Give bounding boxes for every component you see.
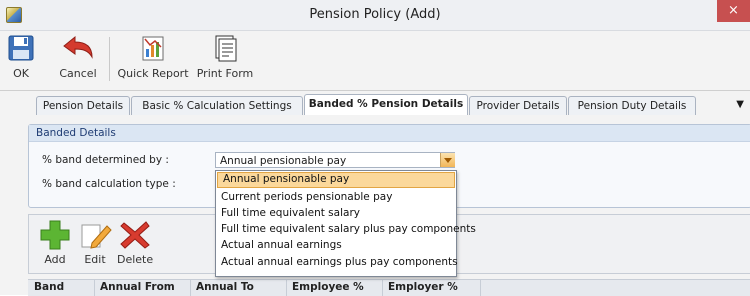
report-chart-icon bbox=[142, 36, 164, 61]
column-annual-to[interactable]: Annual To bbox=[196, 281, 254, 293]
undo-arrow-icon bbox=[63, 35, 93, 59]
cancel-button[interactable]: Cancel bbox=[56, 33, 100, 89]
close-button[interactable]: × bbox=[717, 0, 750, 22]
tab-basic-calculation-settings[interactable]: Basic % Calculation Settings bbox=[131, 96, 303, 115]
column-separator bbox=[94, 280, 95, 296]
delete-x-icon bbox=[120, 221, 150, 249]
ok-button[interactable]: OK bbox=[6, 33, 36, 89]
ribbon-toolbar: OK Cancel Quick Report Print Form bbox=[0, 31, 750, 91]
column-employer-percent[interactable]: Employer % bbox=[388, 281, 458, 293]
plus-icon bbox=[40, 220, 70, 250]
dropdown-option[interactable]: Actual annual earnings bbox=[216, 237, 456, 253]
column-separator bbox=[382, 280, 383, 296]
quick-report-label: Quick Report bbox=[117, 67, 189, 80]
edit-band-button[interactable]: Edit bbox=[77, 219, 113, 266]
column-separator bbox=[480, 280, 481, 296]
column-separator bbox=[190, 280, 191, 296]
edit-label: Edit bbox=[84, 253, 106, 266]
tab-overflow-arrow-icon[interactable]: ▼ bbox=[736, 99, 744, 110]
column-separator bbox=[286, 280, 287, 296]
band-determined-label: % band determined by : bbox=[42, 154, 169, 166]
ok-label: OK bbox=[13, 67, 29, 80]
add-band-button[interactable]: Add bbox=[39, 219, 71, 266]
cancel-label: Cancel bbox=[59, 67, 97, 80]
title-bar: Pension Policy (Add) × bbox=[0, 0, 750, 31]
band-dropdown-list: Annual pensionable pay Current periods p… bbox=[215, 170, 476, 277]
dropdown-option[interactable]: Actual annual earnings plus pay componen… bbox=[216, 254, 458, 270]
column-band[interactable]: Band bbox=[34, 281, 64, 293]
window-title: Pension Policy (Add) bbox=[309, 7, 441, 22]
panel-header: Banded Details bbox=[29, 125, 750, 142]
form-document-icon bbox=[215, 35, 237, 62]
toolbar-separator bbox=[109, 37, 110, 81]
save-disk-icon bbox=[8, 35, 34, 61]
column-employee-percent[interactable]: Employee % bbox=[292, 281, 364, 293]
combo-dropdown-button[interactable] bbox=[440, 153, 455, 167]
column-annual-from[interactable]: Annual From bbox=[100, 281, 175, 293]
dropdown-option[interactable]: Full time equivalent salary plus pay com… bbox=[216, 221, 476, 237]
delete-band-button[interactable]: Delete bbox=[117, 219, 153, 266]
tab-banded-pension-details[interactable]: Banded % Pension Details bbox=[304, 94, 468, 116]
dropdown-option[interactable]: Current periods pensionable pay bbox=[216, 189, 456, 205]
band-determined-combo[interactable]: Annual pensionable pay bbox=[215, 152, 455, 168]
dropdown-option[interactable]: Annual pensionable pay bbox=[217, 172, 455, 188]
delete-label: Delete bbox=[117, 253, 154, 266]
band-calc-type-label: % band calculation type : bbox=[42, 178, 176, 190]
dropdown-option[interactable]: Full time equivalent salary bbox=[216, 205, 456, 221]
tab-strip: Pension Details Basic % Calculation Sett… bbox=[0, 91, 750, 116]
edit-pencil-icon bbox=[81, 224, 112, 249]
bands-grid-header: Band Annual From Annual To Employee % Em… bbox=[28, 279, 750, 296]
tab-provider-details[interactable]: Provider Details bbox=[469, 96, 567, 115]
print-form-button[interactable]: Print Form bbox=[196, 33, 254, 89]
tab-pension-duty-details[interactable]: Pension Duty Details bbox=[568, 96, 696, 115]
quick-report-button[interactable]: Quick Report bbox=[116, 33, 190, 89]
tab-pension-details[interactable]: Pension Details bbox=[36, 96, 130, 115]
print-form-label: Print Form bbox=[196, 67, 254, 80]
add-label: Add bbox=[44, 253, 66, 266]
